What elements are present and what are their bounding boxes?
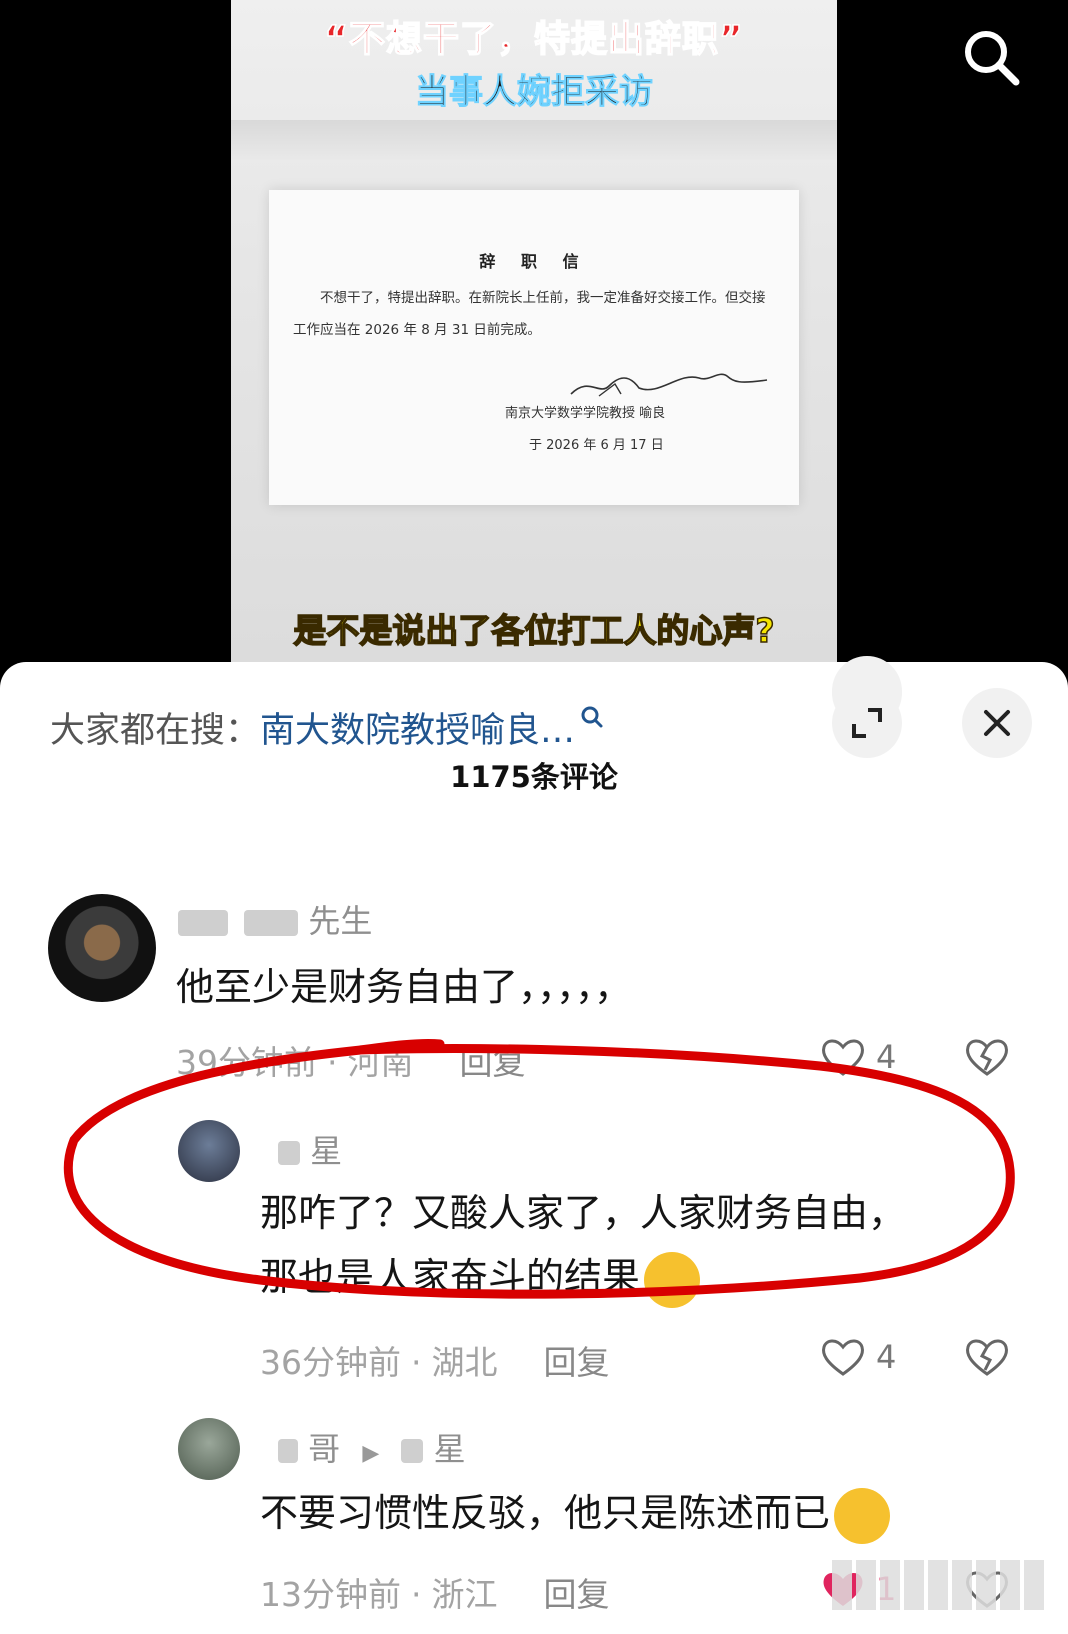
comment-region: 湖北 xyxy=(431,1343,498,1382)
reply-arrow-icon: ▶ xyxy=(362,1441,380,1466)
letter-date: 于 2026 年 6 月 17 日 xyxy=(529,438,664,453)
comment-count: 1175条评论 xyxy=(450,760,618,794)
video-frame: “不想干了，特提出辞职” 当事人婉拒采访 辞 职 信 不想干了，特提出辞职。在新… xyxy=(231,0,837,662)
video-subtitle: 当事人婉拒采访 xyxy=(415,72,654,113)
avatar[interactable] xyxy=(178,1120,240,1182)
letter-signer: 南京大学数学学院教授 喻良 xyxy=(505,406,666,421)
hot-search-query[interactable]: 南大数院教授喻良… xyxy=(260,711,575,751)
video-caption: 是不是说出了各位打工人的心声? xyxy=(293,610,776,651)
watermark xyxy=(832,1560,1044,1610)
comment-text: 不要习惯性反驳，他只是陈述而已 xyxy=(260,1491,831,1535)
letter-body: 不想干了，特提出辞职。在新院长上任前，我一定准备好交接工作。但交接工作应当在 2… xyxy=(293,290,766,338)
signature-scribble xyxy=(570,373,768,397)
comment-meta: 36分钟前 · 湖北 回复 xyxy=(260,1343,610,1382)
author-name: 哥 xyxy=(308,1430,341,1468)
video-player[interactable]: “不想干了，特提出辞职” 当事人婉拒采访 辞 职 信 不想干了，特提出辞职。在新… xyxy=(0,0,1068,662)
like-button[interactable]: 4 xyxy=(820,1036,896,1078)
letter-title: 辞 职 信 xyxy=(479,252,589,271)
blurred-name xyxy=(178,910,228,936)
shushing-emoji-icon xyxy=(644,1251,701,1308)
comment-author[interactable]: 哥 ▶ 星 xyxy=(278,1424,466,1470)
expand-button-wrap[interactable] xyxy=(832,688,902,758)
blurred-name xyxy=(244,910,299,936)
comment-region: 河南 xyxy=(347,1043,414,1082)
comment-text: 他至少是财务自由了，，，，， xyxy=(176,965,633,1009)
search-icon xyxy=(581,706,603,728)
reply-button[interactable]: 回复 xyxy=(544,1575,610,1614)
heart-icon xyxy=(822,1339,864,1376)
avatar[interactable] xyxy=(178,1418,240,1480)
comment-author[interactable]: 星 xyxy=(278,1126,342,1172)
comment-text: 那也是人家奋斗的结果 xyxy=(260,1255,641,1299)
blurred-name xyxy=(401,1439,424,1463)
reply-button[interactable]: 回复 xyxy=(544,1343,610,1382)
avatar[interactable] xyxy=(48,894,156,1002)
blurred-name xyxy=(278,1439,298,1463)
like-button[interactable]: 4 xyxy=(820,1336,896,1378)
like-count: 4 xyxy=(876,1038,897,1076)
hot-search[interactable]: 大家都在搜：南大数院教授喻良… xyxy=(50,702,605,753)
comment-text-line1: 那咋了？又酸人家了，人家财务自由， xyxy=(260,1191,907,1235)
comment-region: 浙江 xyxy=(431,1575,498,1614)
comment-author[interactable]: 先生 xyxy=(178,896,372,942)
hot-search-label: 大家都在搜： xyxy=(50,711,261,751)
comment-meta: 39分钟前 · 河南 回复 xyxy=(176,1043,526,1082)
author-name: 星 xyxy=(310,1132,343,1170)
heart-icon xyxy=(822,1039,864,1076)
search-icon[interactable] xyxy=(958,24,1028,94)
resignation-letter: 辞 职 信 不想干了，特提出辞职。在新院长上任前，我一定准备好交接工作。但交接工… xyxy=(269,190,799,505)
broken-heart-icon[interactable] xyxy=(964,1336,1010,1378)
video-title: “不想干了，特提出辞职” xyxy=(324,18,744,61)
comment-meta: 13分钟前 · 浙江 回复 xyxy=(260,1575,610,1614)
like-count: 4 xyxy=(876,1338,897,1376)
comment-time: 36分钟前 xyxy=(260,1343,401,1382)
comment-text-line2: 那也是人家奋斗的结果 xyxy=(260,1246,701,1308)
close-button[interactable] xyxy=(962,688,1032,758)
reply-button[interactable]: 回复 xyxy=(460,1043,526,1082)
comment-time: 39分钟前 xyxy=(176,1043,317,1082)
close-icon xyxy=(984,710,1010,736)
reply-to-name: 星 xyxy=(433,1430,466,1468)
expand-icon xyxy=(852,708,882,738)
video-band xyxy=(231,120,837,160)
blurred-name xyxy=(278,1141,300,1165)
comment-time: 13分钟前 xyxy=(260,1575,401,1614)
broken-heart-icon[interactable] xyxy=(964,1036,1010,1078)
author-name: 先生 xyxy=(308,902,373,940)
